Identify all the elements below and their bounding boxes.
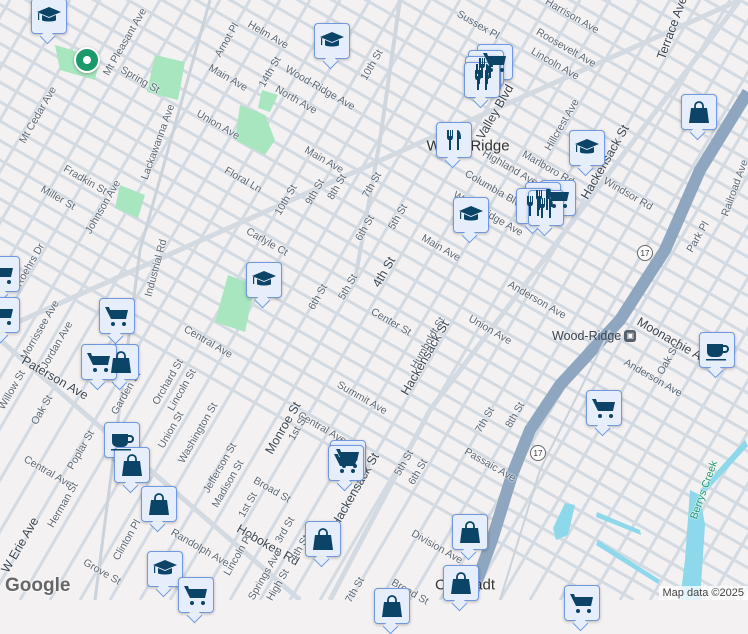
shopping-marker[interactable] [114,447,150,483]
shopping-marker[interactable] [443,565,479,601]
shopping-icon [146,491,172,517]
highway-shield: 17 [530,445,546,461]
grocery-marker[interactable] [0,256,20,292]
school-marker[interactable] [314,23,350,59]
shopping-marker[interactable] [681,94,717,130]
grocery-icon [0,261,15,287]
station-name: Wood-Ridge [552,329,621,343]
school-icon [458,202,484,228]
grocery-marker[interactable] [564,585,600,621]
grocery-icon [333,450,359,476]
school-icon [574,135,600,161]
grocery-marker[interactable] [328,445,364,481]
school-marker[interactable] [31,0,67,34]
school-marker[interactable] [569,130,605,166]
highway-shield: 17 [637,245,653,261]
park [235,105,275,155]
restaurant-icon [469,67,495,93]
shopping-marker[interactable] [374,588,410,624]
google-logo: Google [5,575,70,597]
station-wood-ridge[interactable]: Wood-Ridge▣ [552,329,636,343]
grocery-marker[interactable] [99,298,135,334]
shopping-icon [448,570,474,596]
cafe-icon [704,337,730,363]
shopping-marker[interactable] [141,486,177,522]
shopping-icon [457,519,483,545]
shopping-marker[interactable] [305,521,341,557]
shopping-icon [310,526,336,552]
restaurant-icon [441,127,467,153]
cafe-marker[interactable] [699,332,735,368]
grocery-icon [104,303,130,329]
grocery-icon [0,302,15,328]
location-pin[interactable] [74,47,100,73]
school-marker[interactable] [246,262,282,298]
map-attribution[interactable]: Map data ©2025 [659,586,748,600]
grocery-icon [591,395,617,421]
train-icon: ▣ [624,330,636,342]
school-marker[interactable] [147,551,183,587]
school-icon [36,3,62,29]
grocery-marker[interactable] [81,344,117,380]
grocery-icon [86,349,112,375]
restaurant-marker[interactable] [528,190,564,226]
shopping-marker[interactable] [452,514,488,550]
shopping-icon [686,99,712,125]
grocery-marker[interactable] [0,297,20,333]
grocery-marker[interactable] [178,577,214,613]
school-icon [152,556,178,582]
grocery-icon [183,582,209,608]
grocery-marker[interactable] [586,390,622,426]
shopping-icon [119,452,145,478]
school-icon [251,267,277,293]
restaurant-marker[interactable] [436,122,472,158]
school-marker[interactable] [453,197,489,233]
shopping-icon [379,593,405,619]
restaurant-icon [533,195,559,221]
school-icon [319,28,345,54]
cafe-icon [109,427,135,453]
restaurant-marker[interactable] [464,62,500,98]
grocery-icon [569,590,595,616]
